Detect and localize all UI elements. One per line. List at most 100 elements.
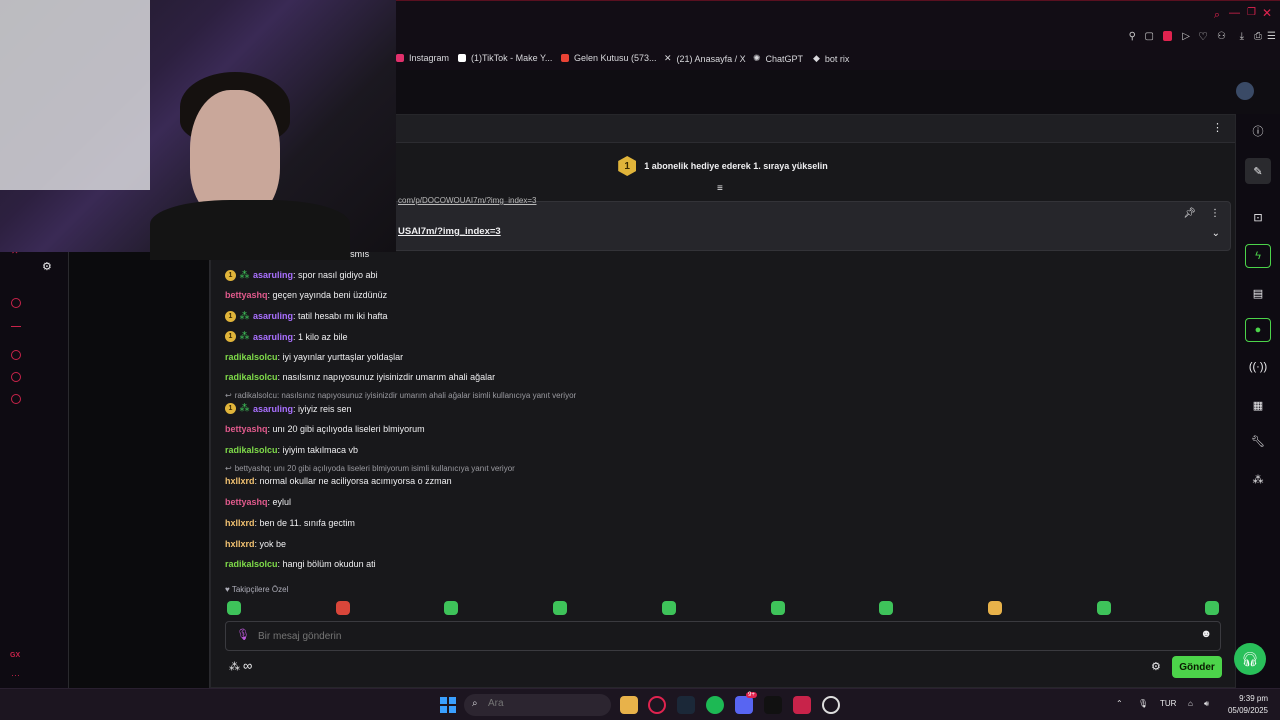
discord-icon[interactable] bbox=[735, 696, 753, 714]
share-icon[interactable]: ⁂ bbox=[1249, 470, 1267, 488]
chat-username[interactable]: hxllxrd bbox=[225, 518, 255, 528]
emote-icon[interactable] bbox=[1096, 601, 1111, 615]
chat-input[interactable] bbox=[258, 628, 1178, 645]
pin-icon[interactable]: 📌︎ bbox=[1183, 208, 1196, 219]
chat-username[interactable]: bettyashq bbox=[225, 290, 268, 300]
chevron-up-icon[interactable]: ⌃ bbox=[1116, 699, 1123, 708]
broadcast-icon[interactable]: ((·)) bbox=[1249, 358, 1267, 376]
info-icon[interactable]: ⓘ bbox=[1249, 122, 1267, 140]
screenshot-icon[interactable]: ⊡ bbox=[1249, 208, 1267, 226]
emote-icon[interactable] bbox=[1205, 601, 1220, 615]
chat-username[interactable]: radikalsolcu bbox=[225, 445, 278, 455]
reply-context: ↩ radikalsolcu: nasılsınız napıyosunuz iy… bbox=[225, 391, 576, 400]
emote-icon[interactable] bbox=[661, 601, 676, 615]
bookmark-tiktok[interactable]: (1)TikTok - Make Y... bbox=[458, 53, 552, 63]
collapse-icon[interactable]: ≡ bbox=[717, 183, 723, 194]
chat-username[interactable]: hxllxrd bbox=[225, 539, 255, 549]
bookmark-label: bot rix bbox=[824, 53, 850, 64]
emote-icon[interactable] bbox=[987, 601, 1002, 615]
layout-icon[interactable]: ▦ bbox=[1249, 396, 1267, 414]
menu-icon[interactable]: ☰ bbox=[1267, 31, 1276, 42]
taskbar-search[interactable]: ⌕ bbox=[464, 694, 611, 716]
close-icon[interactable]: ✕ bbox=[1262, 6, 1272, 20]
settings-icon[interactable] bbox=[11, 394, 21, 404]
download-icon[interactable]: ⤓ bbox=[1240, 31, 1244, 42]
chat-username[interactable]: hxllxrd bbox=[225, 476, 255, 486]
search-icon[interactable]: ⌕ bbox=[1214, 9, 1220, 22]
heart-icon[interactable]: ♡ bbox=[1198, 30, 1208, 43]
chat-username[interactable]: asaruling bbox=[253, 311, 293, 321]
send-button[interactable]: Gönder bbox=[1172, 656, 1222, 678]
chat-username[interactable]: radikalsolcu bbox=[225, 352, 278, 362]
infinity-icon[interactable]: ∞ bbox=[243, 658, 252, 673]
app-icon[interactable] bbox=[764, 696, 782, 714]
bookmark-label: Instagram bbox=[409, 53, 450, 63]
bookmark-bot-rix[interactable]: ◆ bot rix bbox=[813, 53, 849, 64]
spotify-icon[interactable] bbox=[706, 696, 724, 714]
more-vertical-icon[interactable]: ⋮ bbox=[1212, 121, 1223, 134]
chat-username[interactable]: asaruling bbox=[253, 404, 293, 414]
emote-icon[interactable] bbox=[879, 601, 894, 615]
windows-start-icon[interactable] bbox=[440, 697, 456, 713]
microphone-icon[interactable]: 🎙︎ bbox=[1138, 699, 1148, 708]
steam-icon[interactable] bbox=[677, 696, 695, 714]
volume-icon[interactable]: 🔊︎ bbox=[1204, 699, 1209, 709]
history-icon[interactable] bbox=[11, 350, 21, 360]
chat-input-box[interactable]: 🎙︎ ☻ bbox=[225, 621, 1221, 651]
chat-username[interactable]: bettyashq bbox=[225, 424, 268, 434]
bookmark-instagram[interactable]: Instagram bbox=[396, 53, 449, 63]
chat-username[interactable]: bettyashq bbox=[225, 497, 268, 507]
gx-label[interactable]: GX bbox=[10, 652, 20, 659]
taskbar-search-input[interactable] bbox=[488, 698, 598, 709]
language-indicator[interactable]: TUR bbox=[1160, 699, 1176, 708]
network-icon[interactable]: ⌂ bbox=[1188, 699, 1193, 708]
avatar[interactable] bbox=[1236, 82, 1254, 100]
reply-context: ↩ bettyashq: unı 20 gibi açılıyoda lisele… bbox=[225, 464, 515, 473]
emote-icon[interactable] bbox=[227, 601, 241, 615]
pin-icon[interactable]: ⚲ bbox=[1129, 31, 1136, 42]
chat-username[interactable]: asaruling bbox=[253, 332, 293, 342]
snapshot-icon[interactable]: ▢ bbox=[1145, 31, 1154, 42]
player-icon[interactable] bbox=[11, 298, 21, 308]
chat-settings-icon[interactable]: ⚙ bbox=[1151, 660, 1161, 673]
clock[interactable]: 9:39 pm 05/09/2025 bbox=[1228, 693, 1268, 717]
bits-icon[interactable]: ⁂ bbox=[229, 660, 240, 673]
chat-username[interactable]: radikalsolcu bbox=[225, 372, 278, 382]
bookmark-x[interactable]: ✕ (21) Anasayfa / X bbox=[664, 53, 746, 64]
reply-text: radikalsolcu: nasılsınız napıyosunuz iyi… bbox=[234, 391, 577, 400]
more-vertical-icon[interactable]: ⋮ bbox=[1210, 208, 1220, 219]
print-icon[interactable]: ⎙ bbox=[1254, 31, 1262, 42]
more-icon[interactable]: ··· bbox=[11, 670, 20, 680]
emote-icon[interactable] bbox=[770, 601, 785, 615]
chat-username[interactable]: radikalsolcu bbox=[225, 559, 278, 569]
app-icon[interactable] bbox=[793, 696, 811, 714]
chat-bubble-icon[interactable]: ● bbox=[1245, 318, 1271, 342]
restore-icon[interactable]: ❐ bbox=[1247, 7, 1256, 18]
opera-gx-icon[interactable] bbox=[648, 696, 666, 714]
emoji-icon[interactable]: ☻ bbox=[1200, 628, 1212, 640]
lightning-icon[interactable]: ϟ bbox=[1245, 244, 1271, 268]
emote-bar bbox=[225, 597, 1225, 619]
emote-icon[interactable] bbox=[553, 601, 568, 615]
pinned-link[interactable]: USAI7m/?img_index=3 bbox=[398, 226, 501, 237]
chat-username[interactable]: asaruling bbox=[253, 270, 293, 280]
shield-icon[interactable] bbox=[1163, 31, 1172, 41]
chevron-down-icon[interactable]: ⌄ bbox=[1212, 228, 1220, 239]
support-headset-icon[interactable]: 🎧︎ bbox=[1234, 643, 1266, 675]
file-explorer-icon[interactable] bbox=[620, 696, 638, 714]
microphone-icon[interactable]: 🎙︎ bbox=[236, 628, 250, 641]
emote-icon[interactable] bbox=[335, 601, 350, 615]
app-icon[interactable] bbox=[822, 696, 840, 714]
bookmark-gmail[interactable]: Gelen Kutusu (573... bbox=[561, 53, 657, 63]
gear-icon[interactable]: ⚙ bbox=[42, 260, 52, 273]
pinned-link-top[interactable]: com/p/DOCOWOUAI7m/?img_index=3 bbox=[398, 196, 537, 205]
play-icon[interactable]: ▷ bbox=[1182, 31, 1190, 42]
bookmark-chatgpt[interactable]: ✺ ChatGPT bbox=[753, 53, 803, 64]
extensions-icon[interactable] bbox=[11, 372, 21, 382]
wrench-icon[interactable]: 🔧︎ bbox=[1249, 432, 1267, 450]
account-icon[interactable]: ⚇ bbox=[1217, 31, 1226, 42]
pencil-icon[interactable]: ✎ bbox=[1245, 158, 1271, 184]
notes-icon[interactable]: ▤ bbox=[1249, 284, 1267, 302]
emote-icon[interactable] bbox=[444, 601, 459, 615]
minimize-icon[interactable]: — bbox=[1229, 7, 1240, 19]
